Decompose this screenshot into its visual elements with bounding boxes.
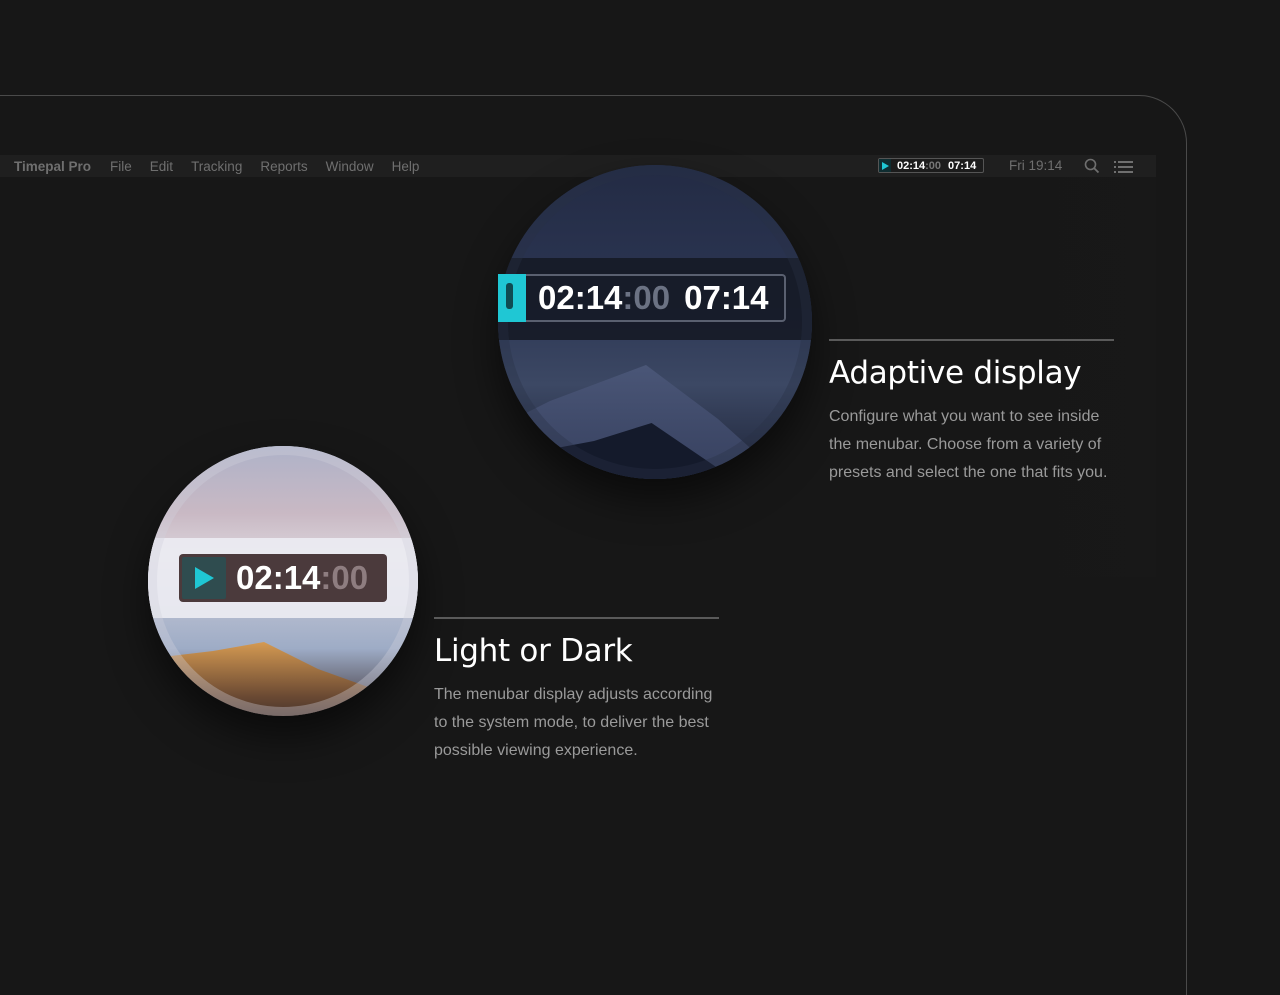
menu-file[interactable]: File [110,159,132,174]
menu-tracking[interactable]: Tracking [191,159,242,174]
menu-reports[interactable]: Reports [260,159,307,174]
notification-list-icon[interactable] [1114,160,1134,178]
menubar-clock[interactable]: Fri 19:14 [1009,158,1062,173]
menubar-timer-total: 07:14 [948,159,977,172]
feature-title: Light or Dark [434,633,633,669]
light-timer-display: 02:14:00 [179,554,387,602]
feature-divider [434,617,719,619]
feature-light-or-dark: Light or Dark The menubar display adjust… [434,617,719,765]
menubar-timer[interactable]: 02:14:00 07:14 [878,158,984,173]
play-icon [182,557,226,599]
menubar-timer-seconds: :00 [925,159,942,172]
feature-description: The menubar display adjusts according to… [434,686,713,759]
magnifier-ring [498,165,812,479]
menubar-app-name[interactable]: Timepal Pro [14,159,91,174]
feature-divider [829,339,1114,341]
menubar-timer-elapsed: 02:14 [897,159,926,172]
menu-edit[interactable]: Edit [150,159,173,174]
dark-mode-preview [498,165,812,479]
play-icon [879,159,891,172]
feature-description: Configure what you want to see inside th… [829,408,1108,481]
dark-timer-total: 07:14 [684,279,769,316]
dark-timer-display: 02:14:00 07:14 [498,274,786,322]
menu-window[interactable]: Window [326,159,374,174]
dark-timer-seconds: :00 [622,279,671,316]
pause-icon [506,283,513,309]
light-timer-seconds: :00 [320,559,369,596]
feature-title: Adaptive display [829,355,1082,391]
search-icon[interactable] [1084,158,1100,179]
feature-adaptive-display: Adaptive display Configure what you want… [829,339,1114,487]
pause-indicator [498,274,526,322]
light-timer-elapsed: 02:14 [236,559,321,596]
dark-timer-elapsed: 02:14 [538,279,623,316]
menu-help[interactable]: Help [392,159,420,174]
